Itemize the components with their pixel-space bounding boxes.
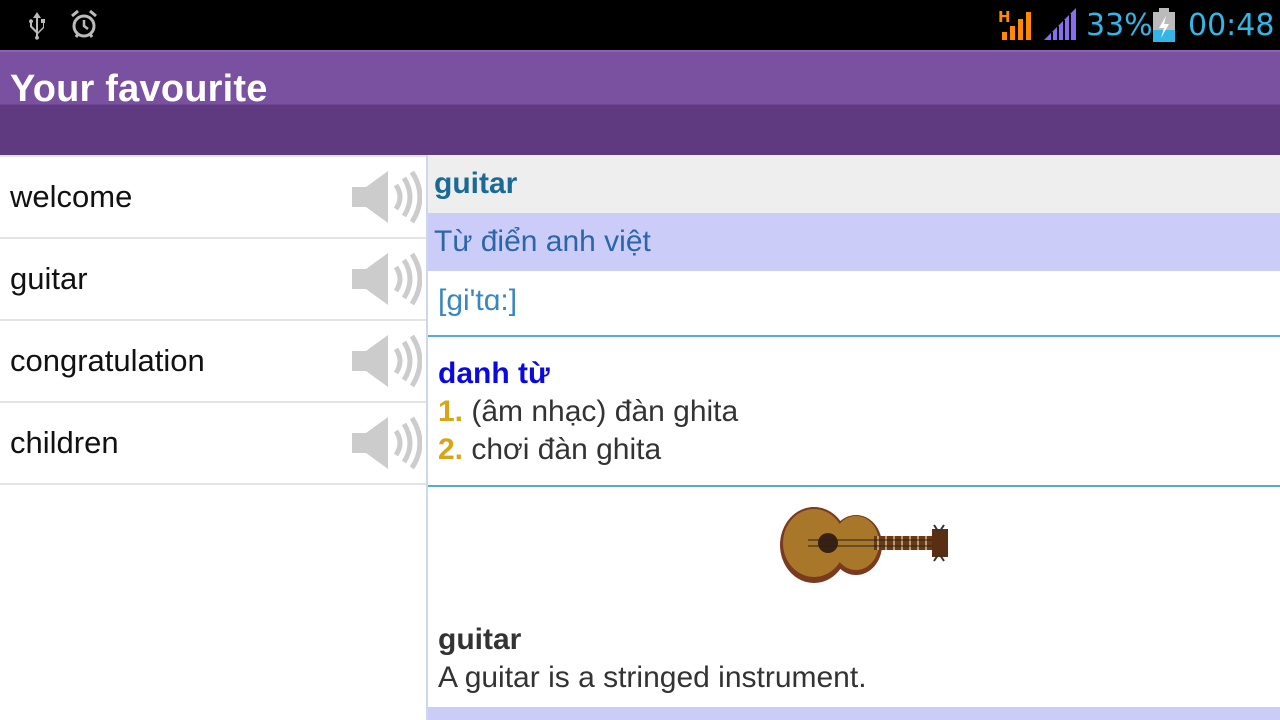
sense-number: 2. — [438, 433, 464, 466]
sense-item: 1. (âm nhạc) đàn ghita — [438, 393, 1270, 431]
guitar-illustration — [780, 507, 948, 583]
svg-text:H: H — [998, 8, 1011, 26]
list-item-welcome[interactable]: welcome — [0, 155, 426, 239]
word-label: congratulation — [10, 343, 205, 378]
word-detail-panel[interactable]: guitar Từ điển anh việt [gi'tɑ:] danh từ… — [428, 155, 1280, 720]
speaker-icon[interactable] — [350, 415, 422, 471]
guitar-image — [428, 487, 1280, 621]
page-title: Your favourite — [10, 68, 268, 110]
phonetic-transcription: [gi'tɑ:] — [428, 271, 1280, 337]
next-section-band — [428, 707, 1280, 720]
sense-text: chơi đàn ghita — [471, 433, 662, 466]
alarm-clock-icon — [71, 10, 97, 38]
detail-headword: guitar — [428, 155, 1280, 213]
speaker-icon[interactable] — [350, 251, 422, 307]
clock-time: 00:48 — [1188, 8, 1275, 43]
usb-icon — [29, 12, 45, 40]
sense-item: 2. chơi đàn ghita — [438, 431, 1270, 469]
dictionary-name: Từ điển anh việt — [428, 213, 1280, 271]
word-label: welcome — [10, 179, 133, 214]
definition-entry: danh từ 1. (âm nhạc) đàn ghita 2. chơi đ… — [428, 337, 1280, 487]
battery-charging-icon — [1153, 8, 1175, 42]
list-item-children[interactable]: children — [0, 403, 426, 485]
list-item-guitar[interactable]: guitar — [0, 239, 426, 321]
definition-word: guitar — [438, 623, 522, 656]
speaker-icon[interactable] — [350, 169, 422, 225]
action-bar: Your favourite — [0, 50, 1280, 155]
favourite-word-list: welcome guitar congratulation children — [0, 155, 428, 720]
list-item-congratulation[interactable]: congratulation — [0, 321, 426, 403]
network-h-signal-icon: H — [998, 8, 1031, 40]
definition-text: A guitar is a stringed instrument. — [438, 661, 867, 694]
sense-text: (âm nhạc) đàn ghita — [471, 395, 739, 428]
part-of-speech: danh từ — [438, 357, 550, 390]
cell-signal-icon — [1044, 8, 1076, 40]
word-label: children — [10, 425, 119, 460]
speaker-icon[interactable] — [350, 333, 422, 389]
sense-number: 1. — [438, 395, 464, 428]
status-bar: H 33% 00:48 — [0, 0, 1280, 50]
battery-percent: 33% — [1086, 8, 1153, 43]
word-label: guitar — [10, 261, 88, 296]
